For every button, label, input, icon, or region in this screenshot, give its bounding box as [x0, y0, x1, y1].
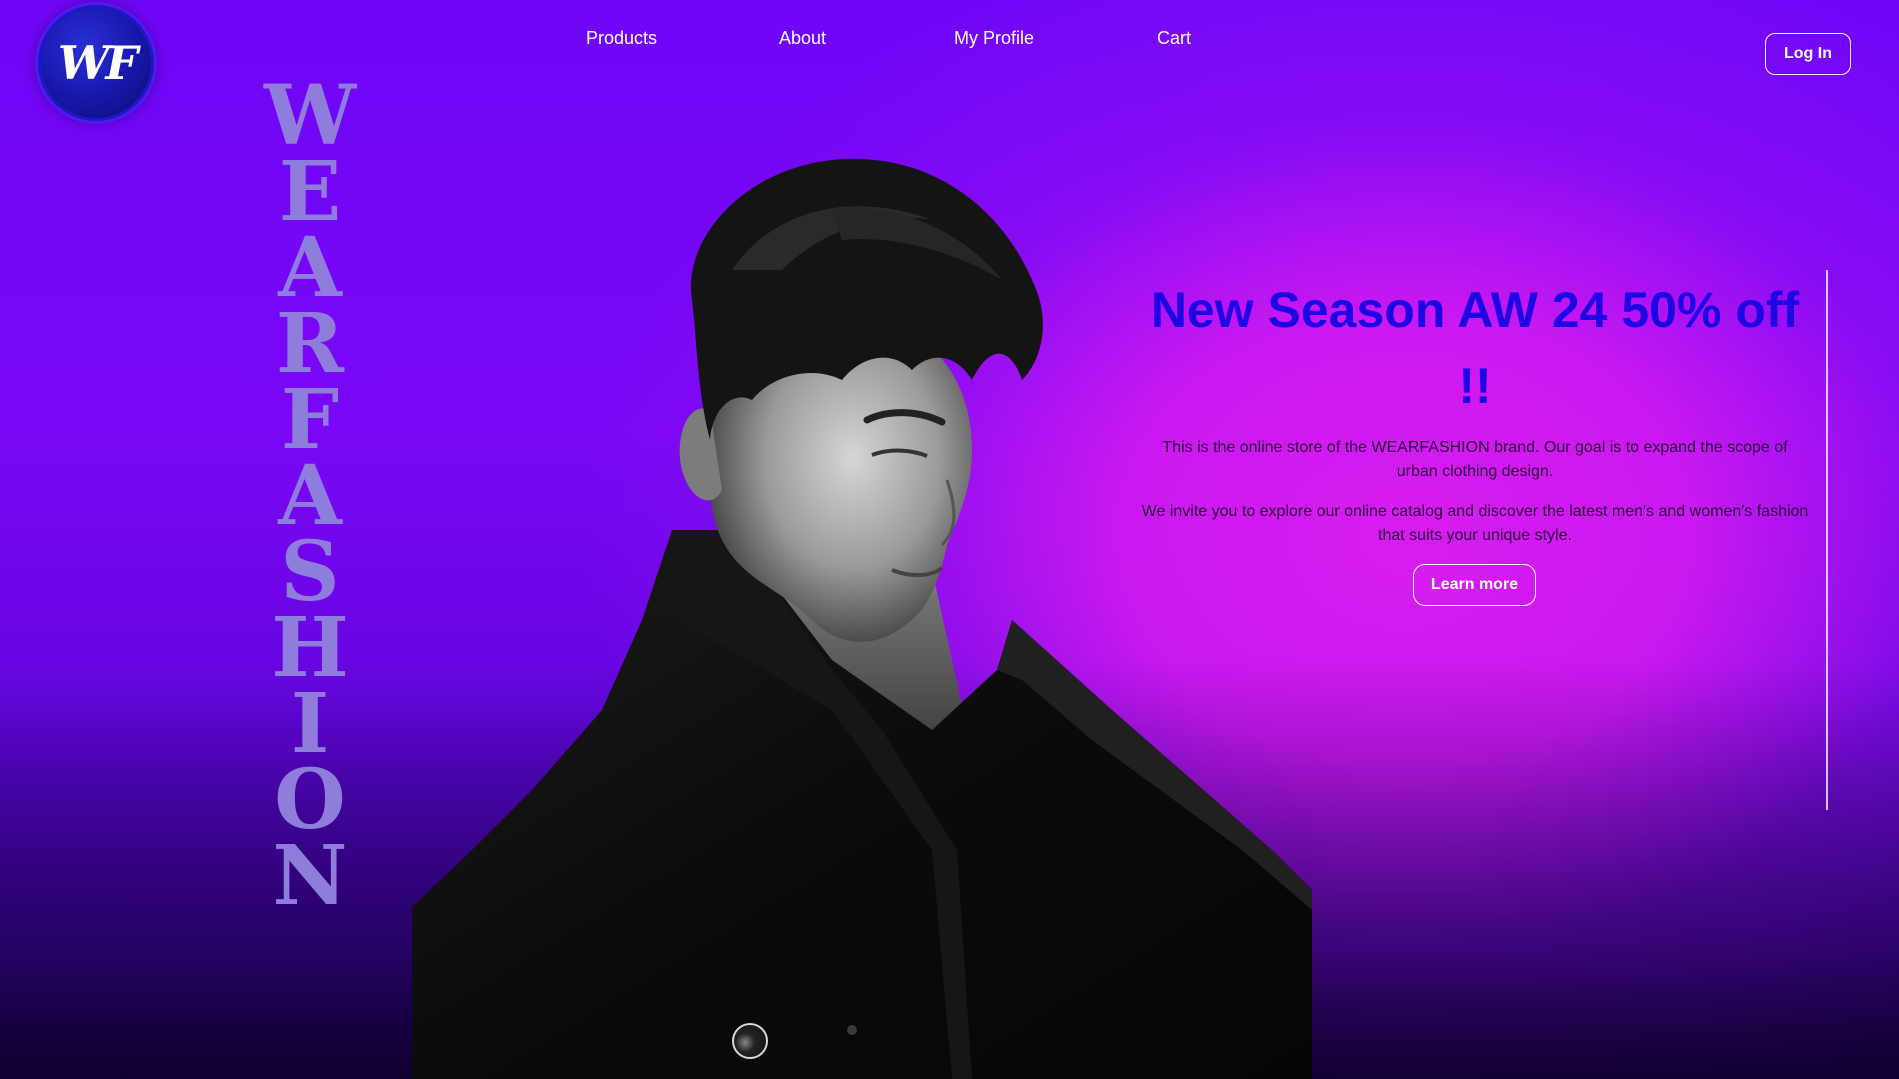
vertical-brand-letter: H: [271, 600, 349, 696]
learn-more-button[interactable]: Learn more: [1413, 564, 1536, 606]
brand-logo[interactable]: WF: [38, 5, 154, 121]
vertical-brand-name: WEARFASHION: [262, 68, 358, 924]
vertical-brand-letter: F: [280, 372, 340, 468]
vertical-brand-letter: N: [272, 828, 348, 924]
nav-item-products[interactable]: Products: [586, 28, 657, 49]
vertical-brand-letter: O: [274, 752, 346, 848]
main-nav: Products About My Profile Cart: [0, 28, 1899, 52]
hero-headline: New Season AW 24 50% off !!: [1150, 282, 1800, 414]
vertical-brand-letter: I: [290, 676, 330, 772]
vertical-brand-letter: E: [278, 144, 342, 240]
vertical-divider: [1826, 270, 1828, 810]
vertical-brand-letter: R: [275, 296, 345, 392]
vertical-brand-letter: W: [263, 68, 357, 164]
vertical-brand-letter: A: [278, 220, 342, 316]
nav-item-cart[interactable]: Cart: [1157, 28, 1191, 49]
login-button[interactable]: Log In: [1765, 33, 1851, 75]
vertical-brand-letter: S: [280, 524, 340, 620]
nav-item-about[interactable]: About: [779, 28, 826, 49]
nav-item-my-profile[interactable]: My Profile: [954, 28, 1034, 49]
hero-paragraph-2: We invite you to explore our online cata…: [1141, 503, 1809, 544]
scroll-dot-icon[interactable]: [732, 1023, 768, 1059]
vertical-brand-letter: A: [278, 448, 342, 544]
hero-paragraph-1: This is the online store of the WEARFASH…: [1162, 439, 1788, 480]
